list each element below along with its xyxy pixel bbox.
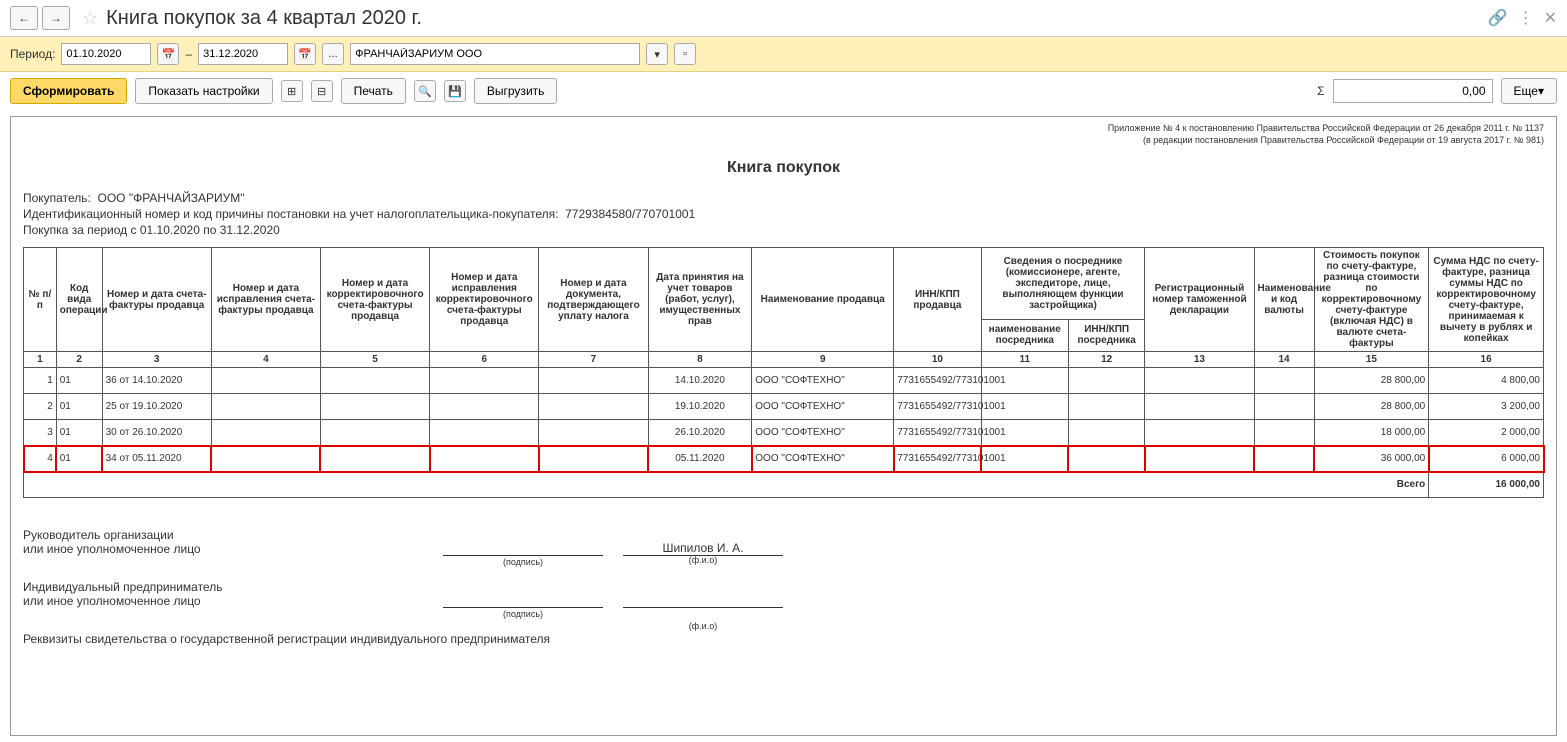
table-row[interactable]: 20125 от 19.10.202019.10.2020ООО "СОФТЕХ…: [24, 394, 1544, 420]
expand-icon[interactable]: ⊞: [281, 80, 303, 102]
col-12-header: ИНН/КПП посредника: [1068, 319, 1144, 351]
col-11-header: наименование посредника: [981, 319, 1068, 351]
colnum: 4: [211, 352, 320, 368]
col-7-header: Номер и дата документа, подтверждающего …: [539, 248, 648, 352]
sum-input[interactable]: [1333, 79, 1493, 103]
preview-icon[interactable]: 🔍: [414, 80, 436, 102]
settings-button[interactable]: Показать настройки: [135, 78, 272, 104]
sig-name: Шипилов И. А.(ф.и.о): [623, 541, 783, 556]
col-11-12-header: Сведения о посреднике (комиссионере, аге…: [981, 248, 1145, 320]
calendar-from-icon[interactable]: 📅: [157, 43, 179, 65]
sigma-label: Σ: [1317, 84, 1324, 98]
colnum: 9: [752, 352, 894, 368]
calendar-to-icon[interactable]: 📅: [294, 43, 316, 65]
col-10-header: ИНН/КПП продавца: [894, 248, 981, 352]
col-8-header: Дата принятия на учет товаров (работ, ус…: [648, 248, 752, 352]
close-icon[interactable]: ✕: [1544, 8, 1557, 28]
total-value: 16 000,00: [1429, 472, 1544, 498]
col-2-header: Код вида операции: [56, 248, 102, 352]
export-button[interactable]: Выгрузить: [474, 78, 558, 104]
colnum: 12: [1068, 352, 1144, 368]
colnum: 3: [102, 352, 211, 368]
total-label: Всего: [24, 472, 1429, 498]
col-5-header: Номер и дата корректировочного счета-фак…: [320, 248, 429, 352]
col-9-header: Наименование продавца: [752, 248, 894, 352]
colnum: 1: [24, 352, 57, 368]
report-area: Приложение № 4 к постановлению Правитель…: [10, 116, 1557, 736]
col-13-header: Регистрационный номер таможенной деклара…: [1145, 248, 1254, 352]
table-row[interactable]: 40134 от 05.11.202005.11.2020ООО "СОФТЕХ…: [24, 446, 1544, 472]
colnum: 6: [430, 352, 539, 368]
sig-req: Реквизиты свидетельства о государственно…: [23, 632, 1544, 646]
sig-head2: или иное уполномоченное лицо: [23, 542, 423, 556]
org-open-icon[interactable]: ▫: [674, 43, 696, 65]
inn-line: Идентификационный номер и код причины по…: [23, 207, 1544, 221]
generate-button[interactable]: Сформировать: [10, 78, 127, 104]
table-row[interactable]: 30130 от 26.10.202026.10.2020ООО "СОФТЕХ…: [24, 420, 1544, 446]
titlebar: ← → ☆ Книга покупок за 4 квартал 2020 г.…: [0, 0, 1567, 37]
sig-sign-line: (подпись): [443, 555, 603, 556]
period-select-button[interactable]: ...: [322, 43, 344, 65]
link-icon[interactable]: 🔗: [1488, 8, 1508, 28]
favorite-star-icon[interactable]: ☆: [82, 8, 98, 29]
colnum: 16: [1429, 352, 1544, 368]
report-title: Книга покупок: [23, 159, 1544, 177]
annotation-2: (в редакции постановления Правительства …: [23, 135, 1544, 145]
sig-ip-name: (ф.и.о): [623, 607, 783, 608]
sig-ip2: или иное уполномоченное лицо: [23, 594, 423, 608]
collapse-icon[interactable]: ⊟: [311, 80, 333, 102]
col-6-header: Номер и дата исправления корректировочно…: [430, 248, 539, 352]
forward-button[interactable]: →: [42, 6, 70, 30]
colnum: 10: [894, 352, 981, 368]
col-1-header: № п/п: [24, 248, 57, 352]
colnum: 15: [1314, 352, 1429, 368]
colnum: 5: [320, 352, 429, 368]
col-16-header: Сумма НДС по счету-фактуре, разница сумм…: [1429, 248, 1544, 352]
col-3-header: Номер и дата счета-фактуры продавца: [102, 248, 211, 352]
buyer-line: Покупатель: ООО "ФРАНЧАЙЗАРИУМ": [23, 191, 1544, 205]
signature-area: Руководитель организации или иное уполно…: [23, 528, 1544, 646]
annotation-1: Приложение № 4 к постановлению Правитель…: [23, 123, 1544, 133]
colnum: 8: [648, 352, 752, 368]
date-from-input[interactable]: [61, 43, 151, 65]
organization-input[interactable]: [350, 43, 640, 65]
period-label: Период:: [10, 47, 55, 61]
colnum: 7: [539, 352, 648, 368]
date-to-input[interactable]: [198, 43, 288, 65]
sig-ip-sign-line: (подпись): [443, 607, 603, 608]
toolbar: Сформировать Показать настройки ⊞ ⊟ Печа…: [0, 72, 1567, 110]
colnum: 11: [981, 352, 1068, 368]
purchases-table: № п/п Код вида операции Номер и дата сче…: [23, 247, 1544, 498]
sig-head1: Руководитель организации: [23, 528, 423, 542]
colnum: 13: [1145, 352, 1254, 368]
org-dropdown-icon[interactable]: ▾: [646, 43, 668, 65]
colnum: 2: [56, 352, 102, 368]
print-button[interactable]: Печать: [341, 78, 406, 104]
colnum: 14: [1254, 352, 1314, 368]
period-line: Покупка за период с 01.10.2020 по 31.12.…: [23, 223, 1544, 237]
col-15-header: Стоимость покупок по счету-фактуре, разн…: [1314, 248, 1429, 352]
period-bar: Период: 📅 – 📅 ... ▾ ▫: [0, 37, 1567, 72]
table-row[interactable]: 10136 от 14.10.202014.10.2020ООО "СОФТЕХ…: [24, 368, 1544, 394]
back-button[interactable]: ←: [10, 6, 38, 30]
table-header: № п/п Код вида операции Номер и дата сче…: [24, 248, 1544, 368]
col-14-header: Наименование и код валюты: [1254, 248, 1314, 352]
more-button[interactable]: Еще ▾: [1501, 78, 1557, 104]
sig-ip1: Индивидуальный предприниматель: [23, 580, 423, 594]
save-icon[interactable]: 💾: [444, 80, 466, 102]
col-4-header: Номер и дата исправления счета-фактуры п…: [211, 248, 320, 352]
more-icon[interactable]: ⋮: [1518, 8, 1534, 28]
page-title: Книга покупок за 4 квартал 2020 г.: [106, 7, 422, 30]
period-separator: –: [185, 47, 192, 61]
